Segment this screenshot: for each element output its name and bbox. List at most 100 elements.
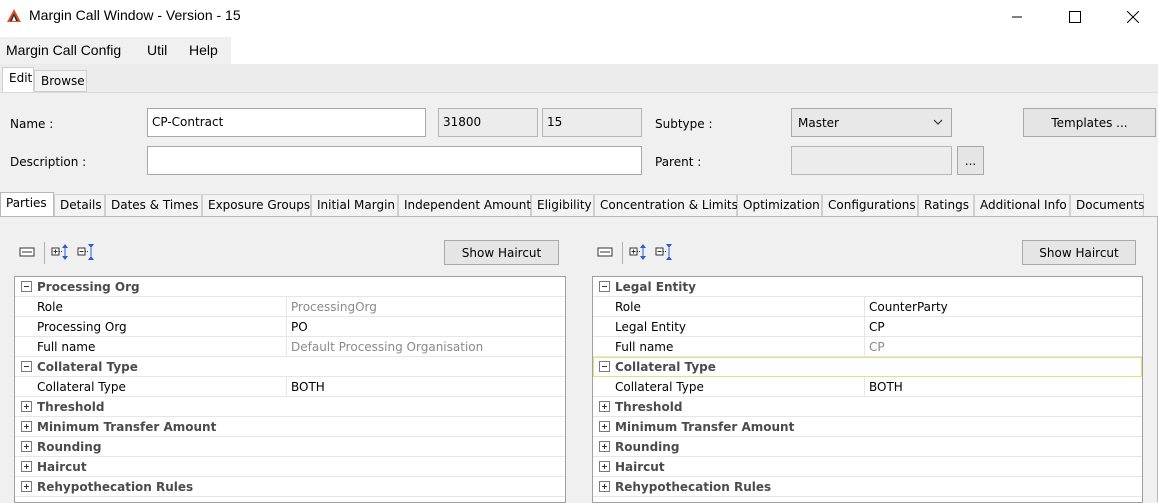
property-row[interactable]: Role CounterParty [593,297,1142,317]
maximize-button[interactable] [1052,0,1098,33]
section-header[interactable]: Minimum Transfer Amount [593,417,1142,437]
property-value[interactable]: PO [291,320,308,334]
description-input[interactable] [147,146,642,175]
section-title: Haircut [37,460,87,474]
property-sheet-icon[interactable] [594,242,616,262]
section-title: Rounding [615,440,680,454]
section-header[interactable]: Legal Entity [593,277,1142,297]
app-logo-icon [7,9,21,22]
property-name: Collateral Type [37,380,126,394]
section-title: Minimum Transfer Amount [615,420,795,434]
property-row[interactable]: Full name CP [593,337,1142,357]
tab-concentration-limits[interactable]: Concentration & Limits [594,194,738,216]
property-value[interactable]: BOTH [291,380,325,394]
section-header[interactable]: Rounding [15,437,565,457]
property-value[interactable]: CP [869,320,885,334]
property-name: Role [37,300,63,314]
description-label: Description : [10,155,87,169]
templates-button[interactable]: Templates ... [1023,108,1156,137]
property-value[interactable]: BOTH [869,380,903,394]
collapse-all-icon[interactable] [76,242,98,262]
section-title: Rehypothecation Rules [615,480,772,494]
section-header[interactable]: Rounding [593,437,1142,457]
expand-all-icon[interactable] [50,242,72,262]
section-title: Collateral Type [615,360,716,374]
section-header[interactable]: Processing Org [15,277,565,297]
property-row[interactable]: Processing Org PO [15,317,565,337]
parent-label: Parent : [655,155,702,169]
collapse-icon[interactable] [599,281,610,292]
right-property-tree: Legal Entity Role CounterParty Legal Entity… [592,276,1143,503]
tab-browse[interactable]: Browse [34,70,87,92]
section-header[interactable]: Collateral Type [15,357,565,377]
property-value[interactable]: ProcessingOrg [291,300,377,314]
collapse-all-icon[interactable] [654,242,676,262]
collapse-icon[interactable] [599,361,610,372]
tab-details[interactable]: Details [54,194,105,216]
menu-help[interactable]: Help [189,42,218,58]
expand-icon[interactable] [599,441,610,452]
section-header[interactable]: Minimum Transfer Amount [15,417,565,437]
tab-documents[interactable]: Documents [1070,194,1144,216]
right-show-haircut-button[interactable]: Show Haircut [1022,240,1136,265]
property-row[interactable]: Collateral Type BOTH [15,377,565,397]
minimize-button[interactable] [994,0,1040,33]
parent-browse-button[interactable]: ... [957,146,984,175]
expand-icon[interactable] [599,421,610,432]
property-value[interactable]: CP [869,340,885,354]
expand-icon[interactable] [599,481,610,492]
tab-dates-times[interactable]: Dates & Times [105,194,202,216]
expand-all-icon[interactable] [628,242,650,262]
detail-tabs: Parties Details Dates & Times Exposure G… [0,192,1158,217]
collapse-icon[interactable] [21,281,32,292]
property-row[interactable]: Legal Entity CP [593,317,1142,337]
tab-edit[interactable]: Edit [2,67,34,92]
property-sheet-icon[interactable] [16,242,38,262]
expand-icon[interactable] [21,461,32,472]
section-header[interactable]: Collateral Type [593,357,1142,377]
section-header[interactable]: Rehypothecation Rules [593,477,1142,497]
section-header[interactable]: Haircut [593,457,1142,477]
property-row[interactable]: Full name Default Processing Organisation [15,337,565,357]
property-value[interactable]: Default Processing Organisation [291,340,483,354]
property-name: Collateral Type [615,380,704,394]
expand-icon[interactable] [599,401,610,412]
close-button[interactable] [1110,0,1156,33]
tab-additional-info[interactable]: Additional Info [974,194,1070,216]
tab-ratings[interactable]: Ratings [918,194,974,216]
expand-icon[interactable] [599,461,610,472]
tab-eligibility[interactable]: Eligibility [531,194,594,216]
menu-util[interactable]: Util [147,42,167,58]
expand-icon[interactable] [21,441,32,452]
section-header[interactable]: Threshold [593,397,1142,417]
left-property-tree: Processing Org Role ProcessingOrg Processin… [14,276,566,503]
tab-optimization[interactable]: Optimization [737,194,822,216]
property-value[interactable]: CounterParty [869,300,948,314]
tab-initial-margin[interactable]: Initial Margin [311,194,398,216]
property-name: Processing Org [37,320,127,334]
subtype-select[interactable]: Master [791,108,952,137]
collapse-icon[interactable] [21,361,32,372]
section-title: Collateral Type [37,360,138,374]
property-row[interactable]: Role ProcessingOrg [15,297,565,317]
property-row[interactable]: Collateral Type BOTH [593,377,1142,397]
section-header[interactable]: Rehypothecation Rules [15,477,565,497]
name-input[interactable]: CP-Contract [147,108,426,137]
menu-margin-call-config[interactable]: Margin Call Config [6,42,121,58]
section-header[interactable]: Haircut [15,457,565,477]
tab-configurations[interactable]: Configurations [822,194,918,216]
tab-exposure-groups[interactable]: Exposure Groups [202,194,311,216]
expand-icon[interactable] [21,401,32,412]
parties-content: Show Haircut Processing Org Role Processin… [0,216,1158,503]
minimize-icon [1012,16,1022,17]
left-panel-toolbar [16,242,106,264]
tab-parties[interactable]: Parties [0,192,54,217]
expand-icon[interactable] [21,481,32,492]
section-title: Legal Entity [615,280,696,294]
subtype-label: Subtype : [655,117,713,131]
tab-independent-amount[interactable]: Independent Amount [398,194,531,216]
expand-icon[interactable] [21,421,32,432]
left-show-haircut-button[interactable]: Show Haircut [444,240,559,265]
contract-form: Name : CP-Contract 31800 15 Subtype : Ma… [0,92,1158,192]
section-header[interactable]: Threshold [15,397,565,417]
